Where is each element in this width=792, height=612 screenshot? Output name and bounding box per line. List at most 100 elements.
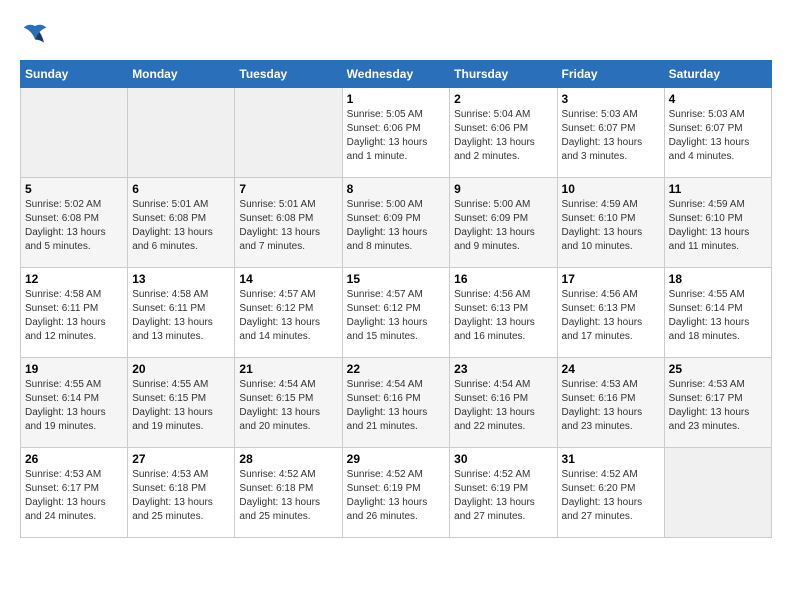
day-number: 23 [454,362,552,376]
day-number: 5 [25,182,123,196]
calendar-cell: 10 Sunrise: 4:59 AM Sunset: 6:10 PM Dayli… [557,178,664,268]
calendar-cell [128,88,235,178]
day-number: 25 [669,362,767,376]
day-info: Sunrise: 5:02 AM Sunset: 6:08 PM Dayligh… [25,198,123,254]
calendar-cell: 22 Sunrise: 4:54 AM Sunset: 6:16 PM Dayli… [342,358,450,448]
day-number: 2 [454,92,552,106]
calendar-week-row: 19Sunrise: 4:55 AM Sunset: 6:14 PM Dayli… [21,358,772,448]
day-info: Sunrise: 4:52 AM Sunset: 6:18 PM Dayligh… [239,468,337,524]
day-info: Sunrise: 5:03 AM Sunset: 6:07 PM Dayligh… [562,108,660,164]
day-info: Sunrise: 4:54 AM Sunset: 6:16 PM Dayligh… [454,378,552,434]
weekday-header: Wednesday [342,61,450,88]
calendar-cell: 24 Sunrise: 4:53 AM Sunset: 6:16 PM Dayli… [557,358,664,448]
logo [20,20,54,50]
day-number: 22 [347,362,446,376]
calendar-header: SundayMondayTuesdayWednesdayThursdayFrid… [21,61,772,88]
day-number: 8 [347,182,446,196]
day-number: 26 [25,452,123,466]
day-number: 1 [347,92,446,106]
day-info: Sunrise: 4:56 AM Sunset: 6:13 PM Dayligh… [454,288,552,344]
day-info: Sunrise: 4:57 AM Sunset: 6:12 PM Dayligh… [347,288,446,344]
weekday-header: Tuesday [235,61,342,88]
calendar-week-row: 5 Sunrise: 5:02 AM Sunset: 6:08 PM Daylig… [21,178,772,268]
day-info: Sunrise: 4:52 AM Sunset: 6:20 PM Dayligh… [562,468,660,524]
day-number: 27 [132,452,230,466]
day-number: 18 [669,272,767,286]
calendar-cell: 12 Sunrise: 4:58 AM Sunset: 6:11 PM Dayli… [21,268,128,358]
day-number: 12 [25,272,123,286]
day-info: Sunrise: 5:00 AM Sunset: 6:09 PM Dayligh… [347,198,446,254]
day-info: Sunrise: 4:54 AM Sunset: 6:15 PM Dayligh… [239,378,337,434]
calendar-cell: 11 Sunrise: 4:59 AM Sunset: 6:10 PM Dayli… [664,178,771,268]
day-info: Sunrise: 4:58 AM Sunset: 6:11 PM Dayligh… [25,288,123,344]
day-number: 16 [454,272,552,286]
day-number: 11 [669,182,767,196]
day-info: Sunrise: 4:56 AM Sunset: 6:13 PM Dayligh… [562,288,660,344]
day-info: Sunrise: 4:59 AM Sunset: 6:10 PM Dayligh… [562,198,660,254]
weekday-header: Thursday [450,61,557,88]
day-info: Sunrise: 4:53 AM Sunset: 6:17 PM Dayligh… [25,468,123,524]
day-info: Sunrise: 4:52 AM Sunset: 6:19 PM Dayligh… [347,468,446,524]
day-number: 19 [25,362,123,376]
calendar-cell: 30 Sunrise: 4:52 AM Sunset: 6:19 PM Dayli… [450,448,557,538]
calendar-cell: 17Sunrise: 4:56 AM Sunset: 6:13 PM Dayli… [557,268,664,358]
day-number: 30 [454,452,552,466]
calendar-cell: 7 Sunrise: 5:01 AM Sunset: 6:08 PM Daylig… [235,178,342,268]
calendar-body: 1 Sunrise: 5:05 AM Sunset: 6:06 PM Daylig… [21,88,772,538]
calendar-week-row: 12 Sunrise: 4:58 AM Sunset: 6:11 PM Dayli… [21,268,772,358]
page-header [20,20,772,50]
calendar-table: SundayMondayTuesdayWednesdayThursdayFrid… [20,60,772,538]
calendar-cell: 8 Sunrise: 5:00 AM Sunset: 6:09 PM Daylig… [342,178,450,268]
day-info: Sunrise: 4:54 AM Sunset: 6:16 PM Dayligh… [347,378,446,434]
calendar-cell: 27Sunrise: 4:53 AM Sunset: 6:18 PM Dayli… [128,448,235,538]
day-info: Sunrise: 5:01 AM Sunset: 6:08 PM Dayligh… [132,198,230,254]
day-info: Sunrise: 4:59 AM Sunset: 6:10 PM Dayligh… [669,198,767,254]
day-number: 7 [239,182,337,196]
day-info: Sunrise: 4:53 AM Sunset: 6:16 PM Dayligh… [562,378,660,434]
day-number: 24 [562,362,660,376]
calendar-cell: 1 Sunrise: 5:05 AM Sunset: 6:06 PM Daylig… [342,88,450,178]
day-info: Sunrise: 5:04 AM Sunset: 6:06 PM Dayligh… [454,108,552,164]
calendar-cell: 3 Sunrise: 5:03 AM Sunset: 6:07 PM Daylig… [557,88,664,178]
calendar-cell: 23 Sunrise: 4:54 AM Sunset: 6:16 PM Dayli… [450,358,557,448]
calendar-week-row: 1 Sunrise: 5:05 AM Sunset: 6:06 PM Daylig… [21,88,772,178]
day-number: 14 [239,272,337,286]
day-number: 28 [239,452,337,466]
calendar-week-row: 26 Sunrise: 4:53 AM Sunset: 6:17 PM Dayli… [21,448,772,538]
calendar-cell [664,448,771,538]
weekday-header: Saturday [664,61,771,88]
day-number: 9 [454,182,552,196]
calendar-cell: 21 Sunrise: 4:54 AM Sunset: 6:15 PM Dayli… [235,358,342,448]
calendar-cell: 15 Sunrise: 4:57 AM Sunset: 6:12 PM Dayli… [342,268,450,358]
day-number: 21 [239,362,337,376]
day-info: Sunrise: 4:58 AM Sunset: 6:11 PM Dayligh… [132,288,230,344]
day-number: 31 [562,452,660,466]
day-info: Sunrise: 4:53 AM Sunset: 6:17 PM Dayligh… [669,378,767,434]
weekday-header: Friday [557,61,664,88]
day-info: Sunrise: 5:05 AM Sunset: 6:06 PM Dayligh… [347,108,446,164]
day-number: 4 [669,92,767,106]
calendar-cell: 14Sunrise: 4:57 AM Sunset: 6:12 PM Dayli… [235,268,342,358]
day-info: Sunrise: 5:01 AM Sunset: 6:08 PM Dayligh… [239,198,337,254]
calendar-cell: 19Sunrise: 4:55 AM Sunset: 6:14 PM Dayli… [21,358,128,448]
day-info: Sunrise: 4:52 AM Sunset: 6:19 PM Dayligh… [454,468,552,524]
day-number: 3 [562,92,660,106]
calendar-cell [21,88,128,178]
day-number: 15 [347,272,446,286]
day-number: 29 [347,452,446,466]
calendar-cell: 13 Sunrise: 4:58 AM Sunset: 6:11 PM Dayli… [128,268,235,358]
calendar-cell: 31 Sunrise: 4:52 AM Sunset: 6:20 PM Dayli… [557,448,664,538]
calendar-cell: 9Sunrise: 5:00 AM Sunset: 6:09 PM Daylig… [450,178,557,268]
day-info: Sunrise: 5:03 AM Sunset: 6:07 PM Dayligh… [669,108,767,164]
calendar-cell: 28 Sunrise: 4:52 AM Sunset: 6:18 PM Dayli… [235,448,342,538]
calendar-cell: 2 Sunrise: 5:04 AM Sunset: 6:06 PM Daylig… [450,88,557,178]
day-number: 13 [132,272,230,286]
calendar-cell: 18 Sunrise: 4:55 AM Sunset: 6:14 PM Dayli… [664,268,771,358]
calendar-cell: 4 Sunrise: 5:03 AM Sunset: 6:07 PM Daylig… [664,88,771,178]
calendar-cell [235,88,342,178]
calendar-cell: 5 Sunrise: 5:02 AM Sunset: 6:08 PM Daylig… [21,178,128,268]
calendar-cell: 16 Sunrise: 4:56 AM Sunset: 6:13 PM Dayli… [450,268,557,358]
day-info: Sunrise: 4:55 AM Sunset: 6:14 PM Dayligh… [669,288,767,344]
day-number: 10 [562,182,660,196]
weekday-header: Sunday [21,61,128,88]
